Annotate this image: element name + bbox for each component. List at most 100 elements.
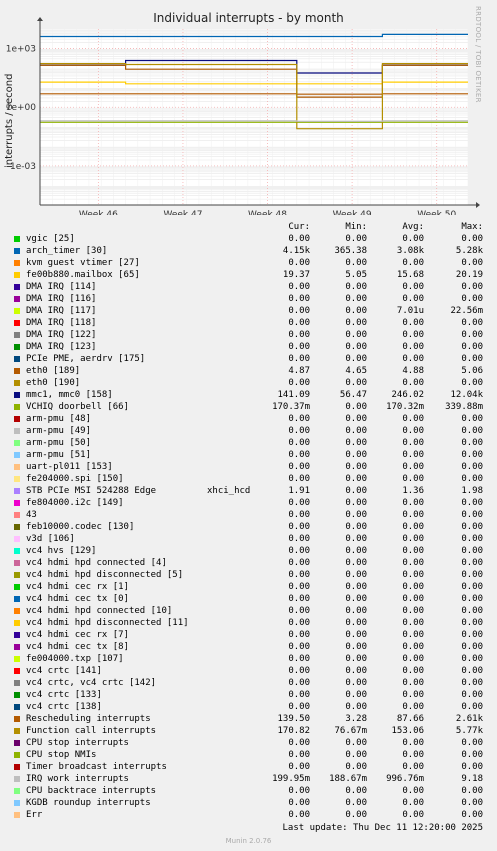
legend-swatch [14,428,20,434]
legend-swatch [14,608,20,614]
legend-row: fe204000.spi [150] 0.00 0.00 0.00 0.00 [0,473,497,485]
legend-swatch [14,716,20,722]
legend-swatch [14,512,20,518]
legend-max: 0.00 [461,414,483,424]
legend-label: vgic [25] [26,234,75,244]
legend-label: fe804000.i2c [149] [26,498,124,508]
legend-max: 0.00 [461,666,483,676]
legend-label: vc4 hdmi cec tx [0] [26,594,129,604]
legend-max: 0.00 [461,678,483,688]
legend-row: arch_timer [30] 4.15k 365.38 3.08k 5.28k [0,245,497,257]
legend-max: 0.00 [461,258,483,268]
legend-row: vc4 hdmi cec rx [1] 0.00 0.00 0.00 0.00 [0,581,497,593]
legend-row: vc4 hdmi cec tx [8] 0.00 0.00 0.00 0.00 [0,641,497,653]
legend-swatch [14,440,20,446]
legend-swatch [14,776,20,782]
legend-swatch [14,584,20,590]
legend-max: 0.00 [461,450,483,460]
legend-row: IRQ work interrupts 199.95m 188.67m 996.76m… [0,773,497,785]
x-tick-label: Week 47 [163,210,202,215]
legend-swatch [14,572,20,578]
legend-row: vc4 hdmi cec rx [7] 0.00 0.00 0.00 0.00 [0,629,497,641]
legend-label: KGDB roundup interrupts [26,798,151,808]
legend-swatch [14,488,20,494]
legend-label: eth0 [189] [26,366,81,376]
legend-label: arm-pmu [51] [26,450,92,460]
legend-swatch [14,800,20,806]
legend-label: vc4 hdmi hpd disconnected [5] [26,570,184,580]
legend-row: DMA IRQ [114] 0.00 0.00 0.00 0.00 [0,281,497,293]
legend-label: CPU stop NMIs [26,750,97,760]
legend-swatch [14,692,20,698]
legend-row: arm-pmu [50] 0.00 0.00 0.00 0.00 [0,437,497,449]
legend-row: feb10000.codec [130] 0.00 0.00 0.00 0.00 [0,521,497,533]
legend-row: fe00b880.mailbox [65] 19.37 5.05 15.68 20.19 [0,269,497,281]
legend-swatch [14,764,20,770]
legend-row: eth0 [190] 0.00 0.00 0.00 0.00 [0,377,497,389]
legend-max: 0.00 [461,282,483,292]
legend-max: 0.00 [461,690,483,700]
legend-swatch [14,656,20,662]
legend-row: vgic [25] 0.00 0.00 0.00 0.00 [0,233,497,245]
legend-max: 0.00 [461,738,483,748]
legend-max: 0.00 [461,426,483,436]
legend-swatch [14,752,20,758]
legend-label: DMA IRQ [122] [26,330,97,340]
legend-row: DMA IRQ [122] 0.00 0.00 0.00 0.00 [0,329,497,341]
legend-max: 9.18 [461,774,483,784]
legend-label: Err [26,810,43,820]
legend-swatch [14,260,20,266]
legend-row: DMA IRQ [117] 0.00 0.00 7.01u 22.56m [0,305,497,317]
legend-row: VCHIQ doorbell [66] 170.37m 0.00 170.32m 339… [0,401,497,413]
x-tick-label: Week 50 [417,210,456,215]
legend-label: feb10000.codec [130] [26,522,135,532]
legend-row: arm-pmu [51] 0.00 0.00 0.00 0.00 [0,449,497,461]
y-tick-label: 1e+00 [6,103,37,113]
legend-label: Function call interrupts [26,726,157,736]
legend-row: DMA IRQ [116] 0.00 0.00 0.00 0.00 [0,293,497,305]
legend-row: uart-pl011 [153] 0.00 0.00 0.00 0.00 [0,461,497,473]
legend-row: vc4 hdmi cec tx [0] 0.00 0.00 0.00 0.00 [0,593,497,605]
legend-swatch [14,680,20,686]
graph-frame: Individual interrupts - by month interru… [0,0,497,851]
legend-label: arch_timer [30] [26,246,108,256]
legend-label: vc4 hdmi cec rx [7] [26,630,129,640]
legend-swatch [14,368,20,374]
legend-row: vc4 hdmi hpd connected [4] 0.00 0.00 0.00 0.… [0,557,497,569]
legend-max: 0.00 [461,606,483,616]
legend-max: 339.88m [445,402,483,412]
legend-row: Timer broadcast interrupts 0.00 0.00 0.00 0.… [0,761,497,773]
legend-row: Err 0.00 0.00 0.00 0.00 [0,809,497,821]
legend-label: arm-pmu [48] [26,414,92,424]
legend-label: vc4 crtc, vc4 crtc [142] [26,678,157,688]
legend-max: 0.00 [461,342,483,352]
legend-label: vc4 hvs [129] [26,546,97,556]
legend-row: arm-pmu [48] 0.00 0.00 0.00 0.00 [0,413,497,425]
legend-swatch [14,524,20,530]
legend-label: DMA IRQ [114] [26,282,97,292]
legend-label: eth0 [190] [26,378,81,388]
legend-label: DMA IRQ [118] [26,318,97,328]
legend-row: CPU stop NMIs 0.00 0.00 0.00 0.00 [0,749,497,761]
legend-max: 0.00 [461,786,483,796]
legend-row: Function call interrupts 170.82 76.67m 153.… [0,725,497,737]
legend-swatch [14,668,20,674]
legend-row: CPU backtrace interrupts 0.00 0.00 0.00 0.00 [0,785,497,797]
legend-label: IRQ work interrupts [26,774,129,784]
plot-background [40,29,468,205]
legend-max: 0.00 [461,462,483,472]
legend-row: vc4 hdmi hpd connected [10] 0.00 0.00 0.00 0… [0,605,497,617]
legend-row: DMA IRQ [118] 0.00 0.00 0.00 0.00 [0,317,497,329]
legend-label: VCHIQ doorbell [66] [26,402,129,412]
legend-row: Rescheduling interrupts 139.50 3.28 87.66 2.… [0,713,497,725]
legend-label: vc4 hdmi hpd disconnected [11] [26,618,189,628]
legend-swatch [14,560,20,566]
legend-max: 0.00 [461,234,483,244]
legend-label: Rescheduling interrupts [26,714,151,724]
legend-row: vc4 crtc [133] 0.00 0.00 0.00 0.00 [0,689,497,701]
legend-label: vc4 hdmi cec rx [1] [26,582,129,592]
legend-swatch [14,620,20,626]
legend-swatch [14,284,20,290]
legend-row: v3d [106] 0.00 0.00 0.00 0.00 [0,533,497,545]
legend-swatch [14,236,20,242]
